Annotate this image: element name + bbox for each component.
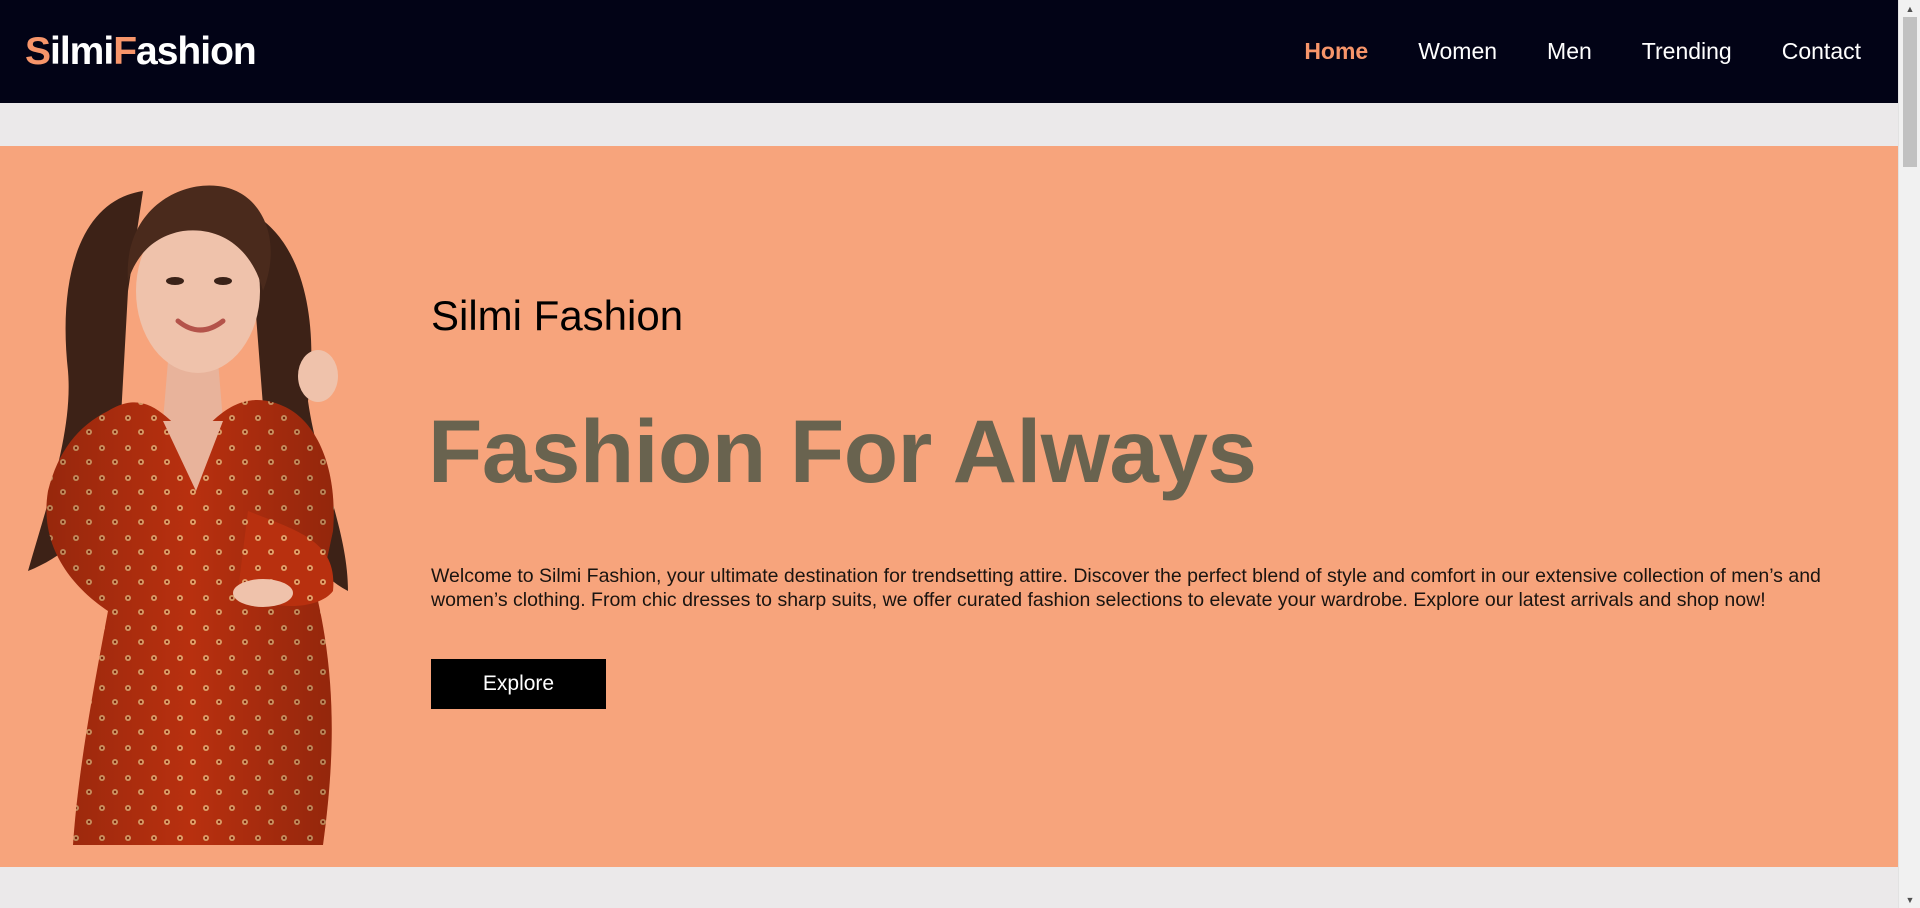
logo-text-ilmi: ilmi bbox=[50, 29, 114, 73]
explore-button[interactable]: Explore bbox=[431, 659, 606, 709]
navbar: S ilmi F ashion Home Women Men Trending … bbox=[0, 0, 1898, 103]
nav-link-home[interactable]: Home bbox=[1304, 38, 1368, 65]
logo-text-ashion: ashion bbox=[136, 29, 257, 73]
hero-section: Silmi Fashion Fashion For Always Welcome… bbox=[0, 146, 1898, 867]
triangle-up-icon[interactable]: ▲ bbox=[1899, 0, 1920, 17]
logo-initial-f: F bbox=[113, 29, 137, 73]
scrollbar-thumb[interactable] bbox=[1903, 17, 1917, 167]
triangle-down-icon[interactable]: ▼ bbox=[1899, 891, 1920, 908]
logo[interactable]: S ilmi F ashion bbox=[25, 29, 257, 74]
nav-link-trending[interactable]: Trending bbox=[1642, 38, 1732, 65]
nav-links: Home Women Men Trending Contact bbox=[1304, 38, 1861, 65]
hero-subtitle: Silmi Fashion bbox=[431, 292, 684, 339]
hero-model-image bbox=[28, 185, 348, 845]
nav-link-men[interactable]: Men bbox=[1547, 38, 1592, 65]
nav-link-contact[interactable]: Contact bbox=[1782, 38, 1861, 65]
hero-title: Fashion For Always bbox=[428, 401, 1257, 501]
logo-initial-s: S bbox=[25, 29, 51, 73]
nav-link-women[interactable]: Women bbox=[1418, 38, 1497, 65]
page: S ilmi F ashion Home Women Men Trending … bbox=[0, 0, 1920, 908]
vertical-scrollbar[interactable]: ▲ ▼ bbox=[1898, 0, 1920, 908]
hero-description: Welcome to Silmi Fashion, your ultimate … bbox=[431, 565, 1821, 611]
